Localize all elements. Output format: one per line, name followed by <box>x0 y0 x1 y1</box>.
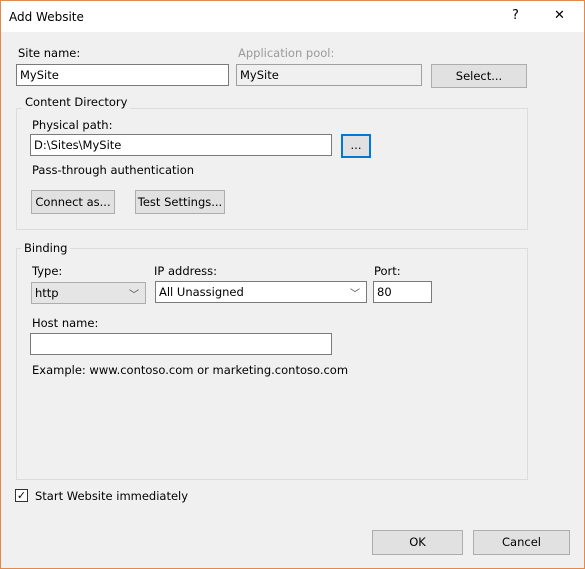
port-label: Port: <box>374 264 401 278</box>
connect-as-button[interactable]: Connect as... <box>31 190 115 214</box>
ip-address-value: All Unassigned <box>159 285 244 299</box>
port-input[interactable]: 80 <box>373 281 432 303</box>
start-website-label[interactable]: Start Website immediately <box>35 489 188 503</box>
start-website-checkbox[interactable]: ✓ <box>15 489 28 502</box>
close-icon[interactable]: ✕ <box>554 9 565 23</box>
chevron-down-icon: ﹀ <box>129 290 139 301</box>
physical-path-input[interactable]: D:\Sites\MySite <box>30 134 332 156</box>
cancel-button[interactable]: Cancel <box>473 530 570 555</box>
title-bar: Add Website ? ✕ <box>1 1 584 32</box>
add-website-dialog: Add Website ? ✕ Site name: MySite Applic… <box>0 0 585 569</box>
app-pool-label: Application pool: <box>238 46 335 60</box>
site-name-label: Site name: <box>18 46 81 60</box>
type-label: Type: <box>32 264 63 278</box>
select-app-pool-button[interactable]: Select... <box>431 64 527 88</box>
content-directory-label: Content Directory <box>22 95 131 109</box>
type-value: http <box>35 286 59 300</box>
dialog-title: Add Website <box>9 10 84 24</box>
chevron-down-icon: ﹀ <box>350 289 360 300</box>
ip-address-select[interactable]: All Unassigned ﹀ <box>155 281 367 303</box>
app-pool-input: MySite <box>236 64 422 86</box>
test-settings-button[interactable]: Test Settings... <box>135 190 225 214</box>
site-name-input[interactable]: MySite <box>16 64 229 86</box>
browse-button[interactable]: ... <box>341 134 371 158</box>
host-name-input[interactable] <box>30 333 332 355</box>
host-example-text: Example: www.contoso.com or marketing.co… <box>32 363 349 377</box>
help-icon[interactable]: ? <box>512 9 519 23</box>
binding-label: Binding <box>21 241 71 255</box>
ip-address-label: IP address: <box>154 264 218 278</box>
physical-path-label: Physical path: <box>32 118 113 132</box>
host-name-label: Host name: <box>32 316 99 330</box>
auth-text: Pass-through authentication <box>32 163 195 177</box>
ok-button[interactable]: OK <box>372 530 463 555</box>
type-select[interactable]: http ﹀ <box>31 282 146 304</box>
